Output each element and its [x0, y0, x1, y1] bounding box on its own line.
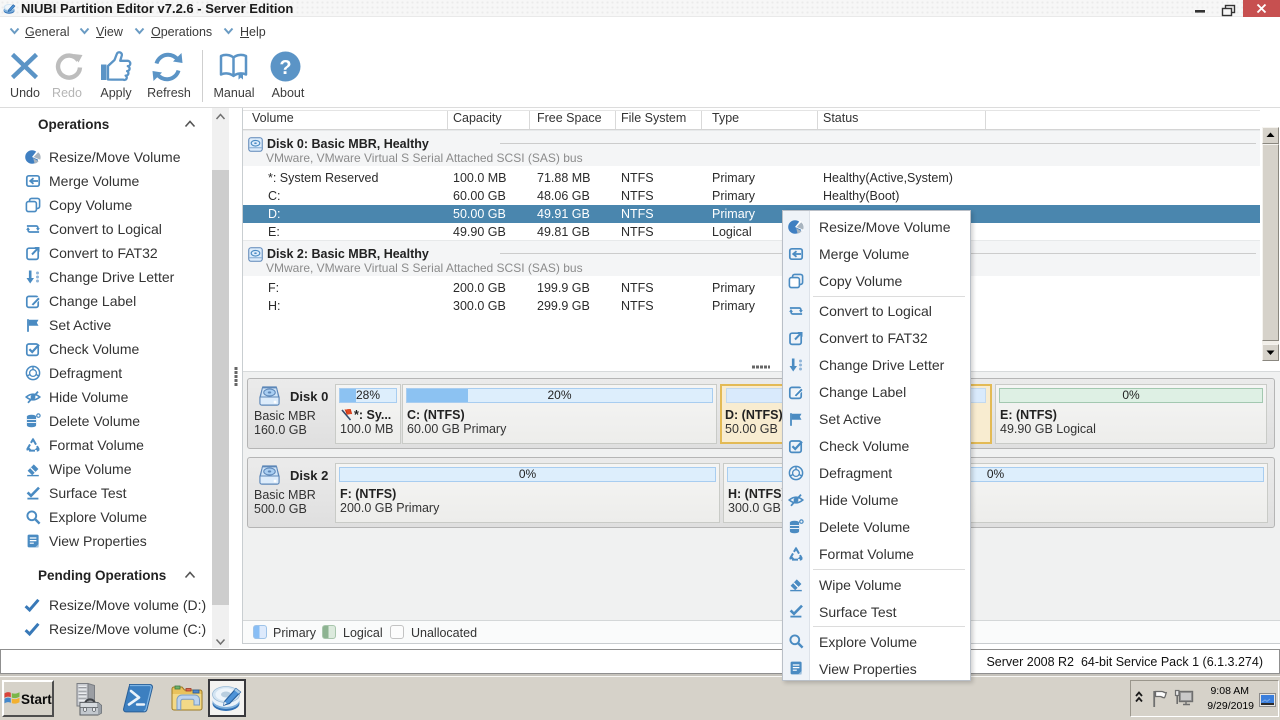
- svg-text:?: ?: [279, 57, 291, 79]
